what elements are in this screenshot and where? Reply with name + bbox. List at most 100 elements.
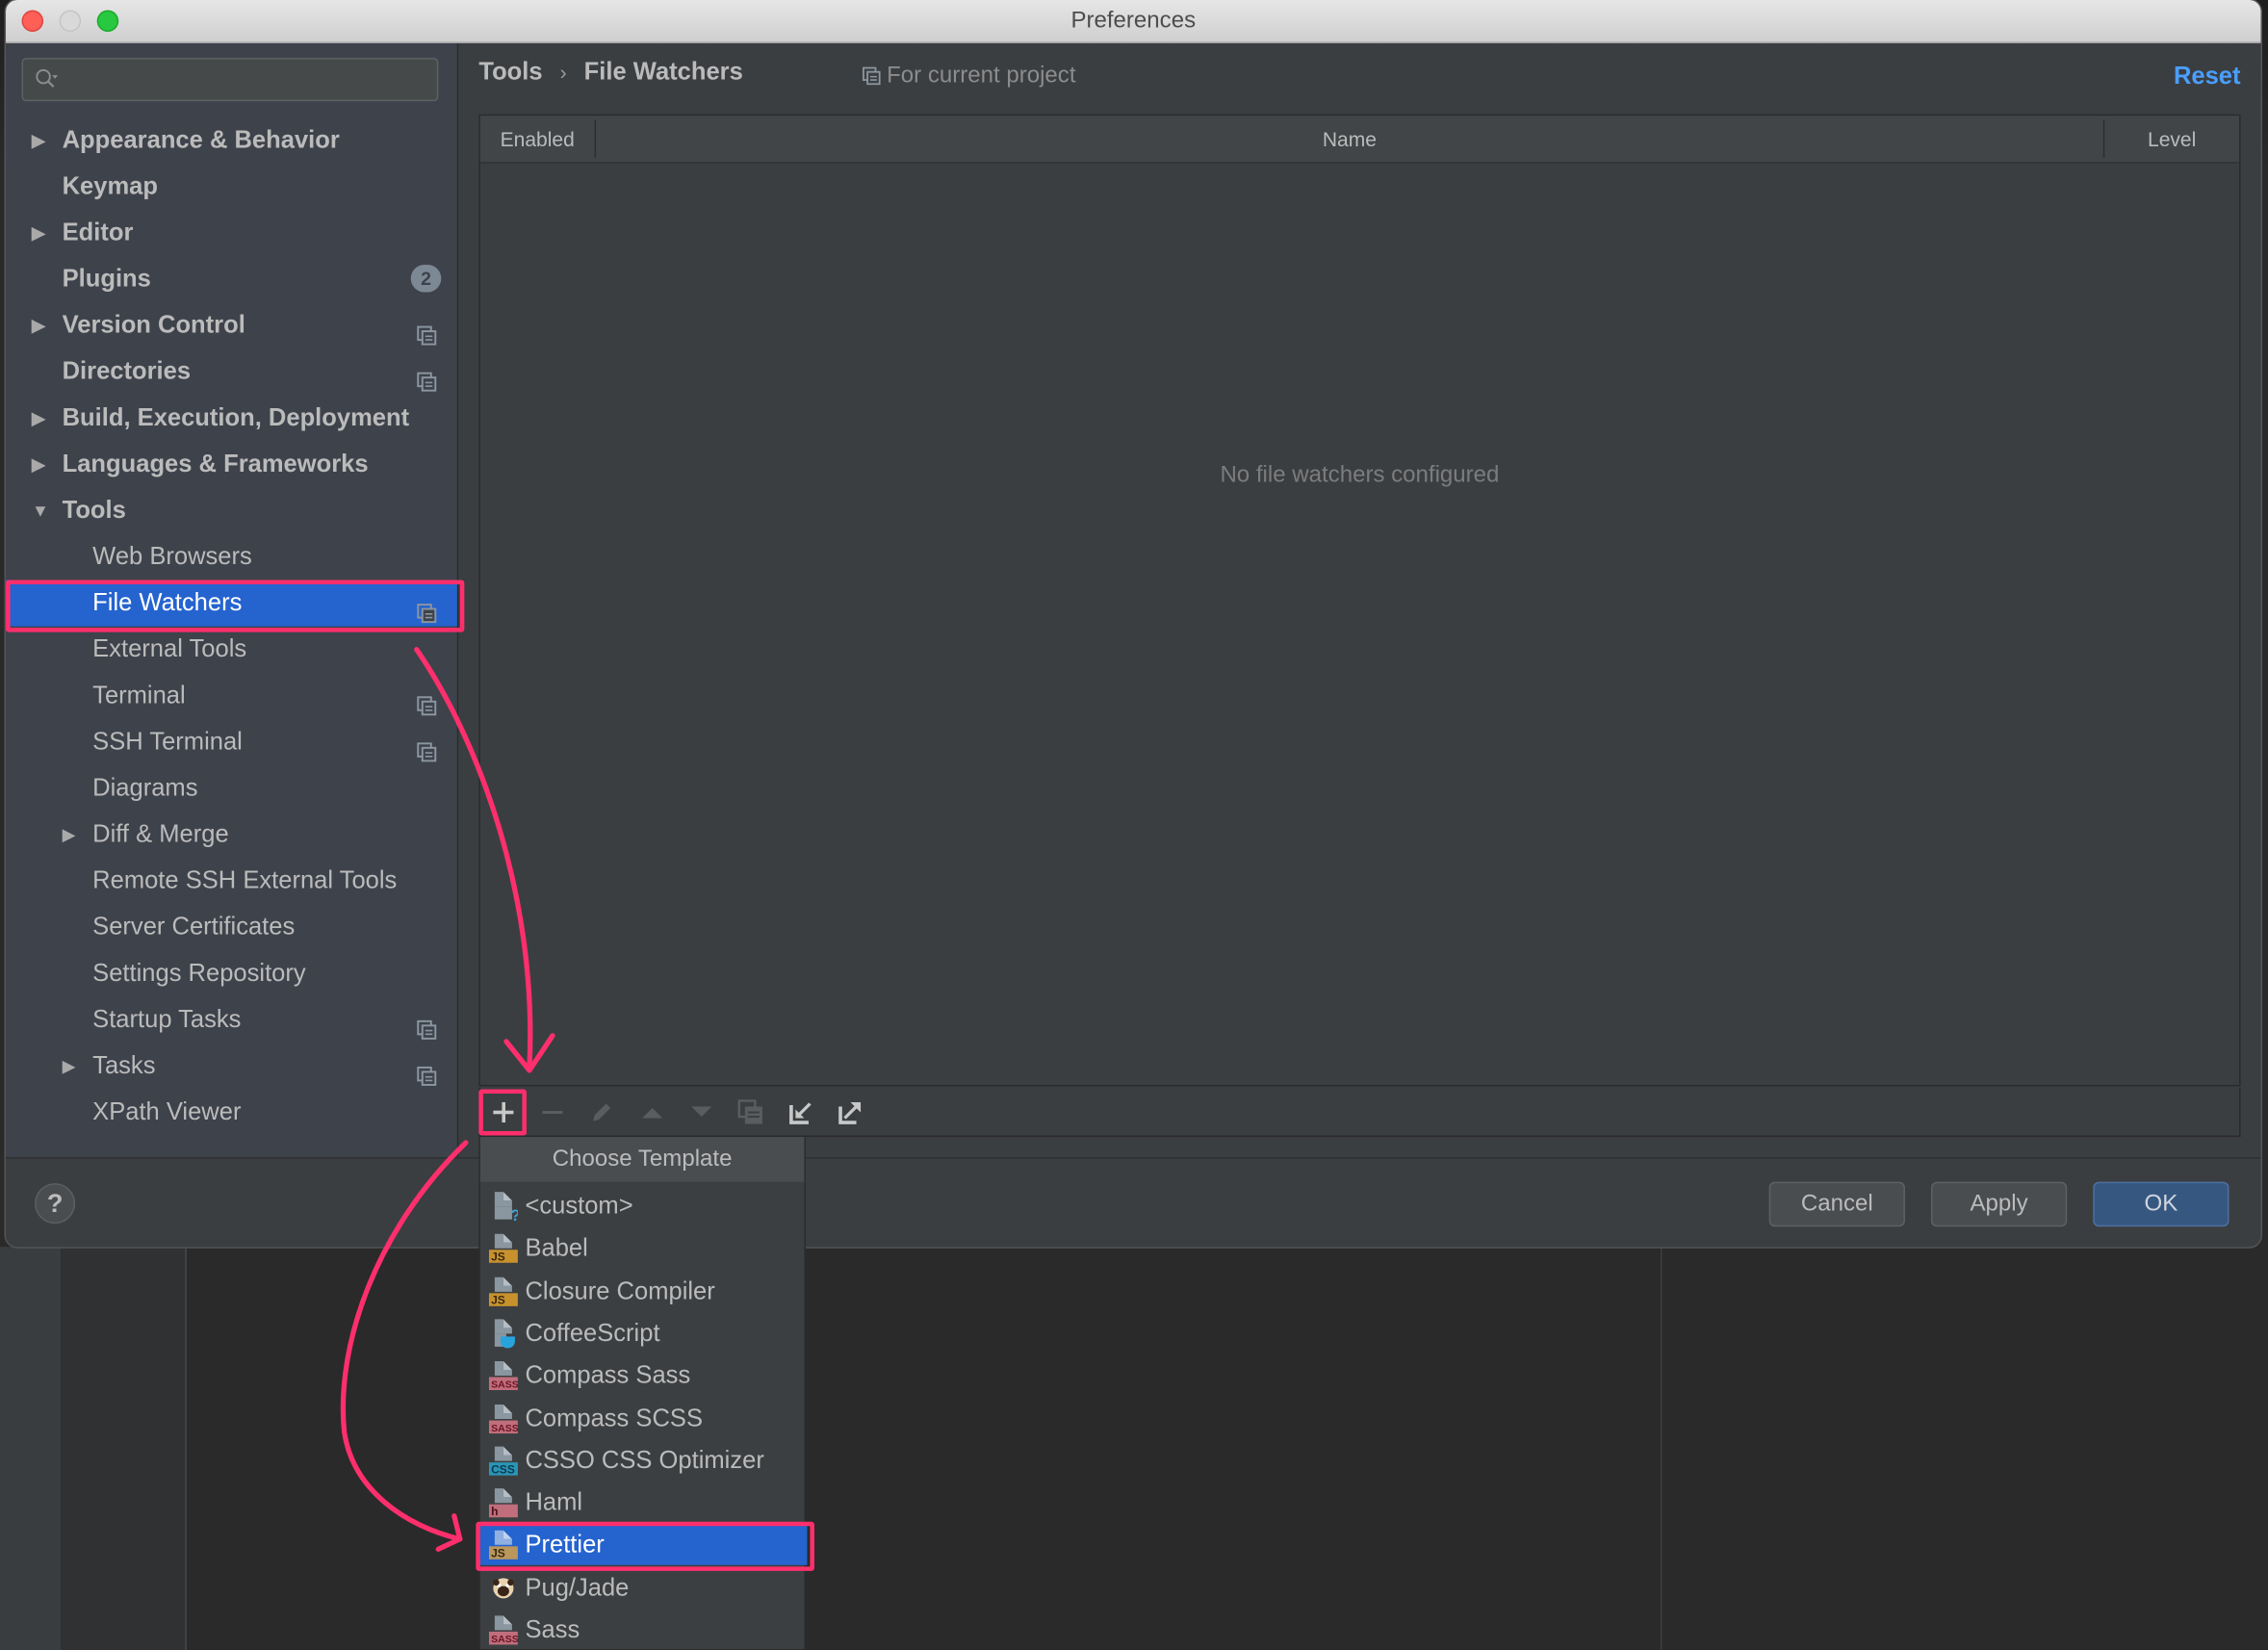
template-item-closure-compiler[interactable]: JS Closure Compiler bbox=[480, 1270, 808, 1312]
template-item-compass-scss[interactable]: SASS Compass SCSS bbox=[480, 1397, 808, 1439]
sidebar-item-label: Keymap bbox=[62, 171, 158, 200]
sidebar-item-diagrams[interactable]: Diagrams bbox=[6, 765, 457, 812]
template-item-label: Closure Compiler bbox=[525, 1276, 715, 1304]
collapsed-arrow-icon[interactable]: ▶ bbox=[32, 302, 52, 348]
sidebar-item-label: Version Control bbox=[62, 311, 245, 339]
sidebar-item-startup-tasks[interactable]: Startup Tasks bbox=[6, 996, 457, 1043]
background-ide-strip bbox=[0, 1247, 62, 1650]
sidebar-item-version-control[interactable]: ▶ Version Control bbox=[6, 302, 457, 348]
sidebar-item-label: Server Certificates bbox=[92, 913, 296, 941]
svg-text:JS: JS bbox=[491, 1250, 505, 1264]
file-watchers-table: Enabled Name Level No file watchers conf… bbox=[478, 114, 2241, 1087]
sidebar-item-label: Tasks bbox=[92, 1051, 156, 1079]
sidebar-item-label: Remote SSH External Tools bbox=[92, 866, 398, 894]
sidebar-item-label: Diff & Merge bbox=[92, 819, 229, 848]
template-item-custom[interactable]: ? <custom> bbox=[480, 1185, 808, 1227]
table-header: Enabled Name Level bbox=[479, 116, 2240, 164]
pug-file-icon bbox=[489, 1572, 518, 1604]
breadcrumb-file-watchers: File Watchers bbox=[583, 58, 743, 86]
project-scope-icon bbox=[417, 362, 437, 392]
template-item-coffeescript[interactable]: CoffeeScript bbox=[480, 1312, 808, 1354]
collapsed-arrow-icon[interactable]: ▶ bbox=[32, 441, 52, 487]
scope-label: For current project bbox=[887, 64, 1076, 89]
sidebar-item-tasks[interactable]: ▶ Tasks bbox=[6, 1043, 457, 1089]
sidebar-item-settings-repository[interactable]: Settings Repository bbox=[6, 950, 457, 996]
sidebar-item-web-browsers[interactable]: Web Browsers bbox=[6, 533, 457, 580]
edit-watcher-button[interactable] bbox=[586, 1096, 618, 1128]
sidebar-item-xpath-viewer[interactable]: XPath Viewer bbox=[6, 1089, 457, 1135]
reset-link[interactable]: Reset bbox=[2174, 63, 2241, 91]
project-scope-icon bbox=[863, 66, 881, 86]
template-item-pug-jade[interactable]: Pug/Jade bbox=[480, 1566, 808, 1609]
copy-watcher-button[interactable] bbox=[735, 1096, 766, 1128]
breadcrumb-tools[interactable]: Tools bbox=[478, 58, 542, 86]
sidebar-item-label: Appearance & Behavior bbox=[62, 125, 340, 154]
sidebar-item-server-certificates[interactable]: Server Certificates bbox=[6, 904, 457, 950]
cancel-button[interactable]: Cancel bbox=[1768, 1181, 1905, 1227]
sidebar-item-diff-merge[interactable]: ▶ Diff & Merge bbox=[6, 812, 457, 858]
apply-button[interactable]: Apply bbox=[1930, 1181, 2068, 1227]
sidebar-item-plugins[interactable]: Plugins 2 bbox=[6, 256, 457, 302]
title-bar: Preferences bbox=[6, 0, 2261, 44]
background-divider bbox=[1660, 1247, 1662, 1650]
sidebar-item-directories[interactable]: Directories bbox=[6, 348, 457, 395]
breadcrumb-separator: › bbox=[559, 61, 567, 85]
screen: Preferences ▶ Appearance & Behavior Keymap… bbox=[0, 0, 2268, 1650]
choose-template-popup: Choose Template ? <custom> JS Babel JS Closur… bbox=[478, 1137, 808, 1650]
template-item-label: Sass bbox=[525, 1615, 580, 1643]
search-input[interactable] bbox=[21, 58, 439, 102]
remove-watcher-button[interactable] bbox=[536, 1096, 568, 1128]
window-title: Preferences bbox=[1070, 9, 1197, 34]
project-scope-icon bbox=[417, 1056, 437, 1086]
column-header-name[interactable]: Name bbox=[596, 116, 2103, 162]
collapsed-arrow-icon[interactable]: ▶ bbox=[32, 117, 52, 164]
sidebar-item-editor[interactable]: ▶ Editor bbox=[6, 210, 457, 256]
arrow-up-icon bbox=[642, 1107, 663, 1119]
svg-text:SASS: SASS bbox=[491, 1634, 518, 1645]
empty-table-message: No file watchers configured bbox=[1220, 462, 1500, 488]
import-button[interactable] bbox=[786, 1096, 817, 1128]
sidebar-item-label: Diagrams bbox=[92, 773, 198, 802]
export-button[interactable] bbox=[835, 1096, 866, 1128]
column-header-enabled[interactable]: Enabled bbox=[480, 116, 595, 162]
sidebar-item-keymap[interactable]: Keymap bbox=[6, 164, 457, 210]
sidebar-item-tools[interactable]: ▼ Tools bbox=[6, 487, 457, 533]
sidebar-item-build-execution-deployment[interactable]: ▶ Build, Execution, Deployment bbox=[6, 395, 457, 441]
svg-text:SASS: SASS bbox=[491, 1422, 518, 1433]
collapsed-arrow-icon[interactable]: ▶ bbox=[32, 395, 52, 441]
template-item-label: Haml bbox=[525, 1488, 583, 1516]
template-item-label: <custom> bbox=[525, 1192, 633, 1220]
template-item-label: Babel bbox=[525, 1234, 588, 1262]
sidebar-item-remote-ssh-external-tools[interactable]: Remote SSH External Tools bbox=[6, 858, 457, 904]
background-ide-gutter bbox=[61, 1247, 186, 1650]
template-item-csso-css-optimizer[interactable]: CSS CSSO CSS Optimizer bbox=[480, 1439, 808, 1482]
sidebar-item-label: Web Browsers bbox=[92, 542, 252, 571]
template-item-compass-sass[interactable]: SASS Compass Sass bbox=[480, 1354, 808, 1397]
svg-text:?: ? bbox=[510, 1206, 518, 1223]
template-item-babel[interactable]: JS Babel bbox=[480, 1227, 808, 1270]
sidebar-item-external-tools[interactable]: External Tools bbox=[6, 627, 457, 673]
collapsed-arrow-icon[interactable]: ▶ bbox=[63, 812, 83, 858]
collapsed-arrow-icon[interactable]: ▶ bbox=[63, 1043, 83, 1089]
sidebar-item-terminal[interactable]: Terminal bbox=[6, 673, 457, 719]
project-scope-icon bbox=[417, 1010, 437, 1040]
js-file-icon: JS bbox=[488, 1276, 518, 1307]
pencil-icon bbox=[593, 1103, 611, 1121]
sass-file-icon: SASS bbox=[488, 1360, 519, 1392]
expanded-arrow-icon[interactable]: ▼ bbox=[32, 487, 52, 533]
sidebar-item-appearance-behavior[interactable]: ▶ Appearance & Behavior bbox=[6, 117, 457, 164]
template-item-sass[interactable]: SASS Sass bbox=[480, 1609, 808, 1650]
move-down-button[interactable] bbox=[685, 1096, 717, 1128]
sidebar-item-label: Languages & Frameworks bbox=[62, 450, 369, 477]
move-up-button[interactable] bbox=[636, 1096, 668, 1128]
help-button[interactable]: ? bbox=[35, 1183, 76, 1225]
sidebar-item-ssh-terminal[interactable]: SSH Terminal bbox=[6, 719, 457, 765]
sass-file-icon: SASS bbox=[488, 1614, 519, 1646]
sidebar-item-label: Startup Tasks bbox=[92, 1005, 242, 1033]
template-item-haml[interactable]: h Haml bbox=[480, 1482, 808, 1524]
import-icon bbox=[789, 1102, 812, 1124]
column-header-level[interactable]: Level bbox=[2104, 116, 2239, 162]
ok-button[interactable]: OK bbox=[2093, 1181, 2229, 1227]
sidebar-item-languages-frameworks[interactable]: ▶ Languages & Frameworks bbox=[6, 441, 457, 487]
collapsed-arrow-icon[interactable]: ▶ bbox=[32, 210, 52, 256]
